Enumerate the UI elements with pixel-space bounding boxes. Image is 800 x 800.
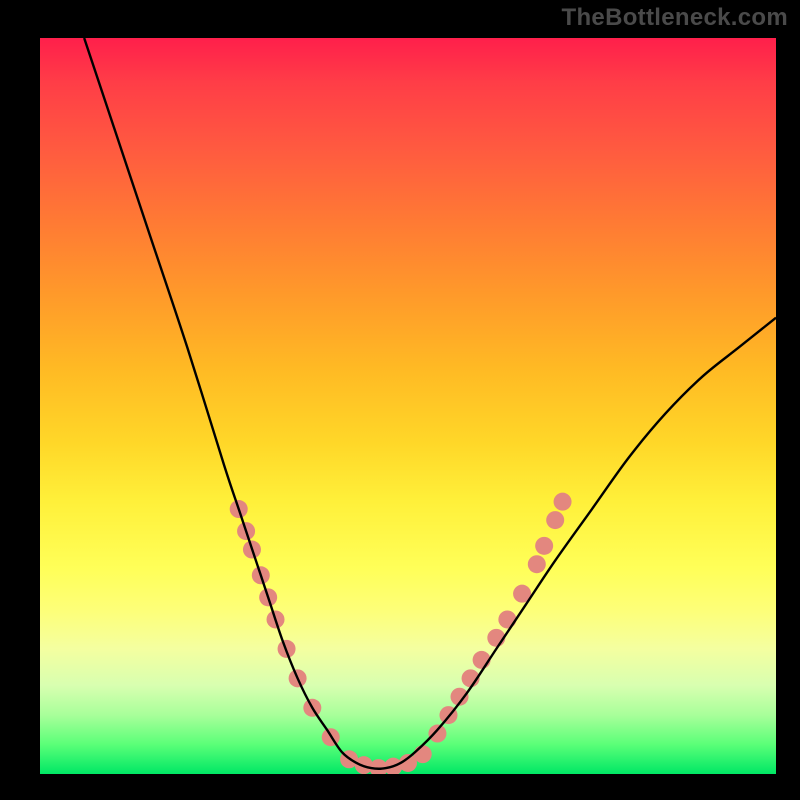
bottleneck-curve <box>84 38 776 769</box>
scatter-dot <box>528 555 546 573</box>
scatter-dot <box>535 537 553 555</box>
scatter-dot <box>498 610 516 628</box>
scatter-dot <box>428 725 446 743</box>
plot-border <box>36 34 780 778</box>
plot-area <box>40 38 776 774</box>
chart-frame: TheBottleneck.com <box>0 0 800 800</box>
chart-svg <box>40 38 776 774</box>
watermark-text: TheBottleneck.com <box>562 4 788 32</box>
scatter-dot <box>414 745 432 763</box>
scatter-dot <box>546 511 564 529</box>
scatter-dot <box>554 493 572 511</box>
